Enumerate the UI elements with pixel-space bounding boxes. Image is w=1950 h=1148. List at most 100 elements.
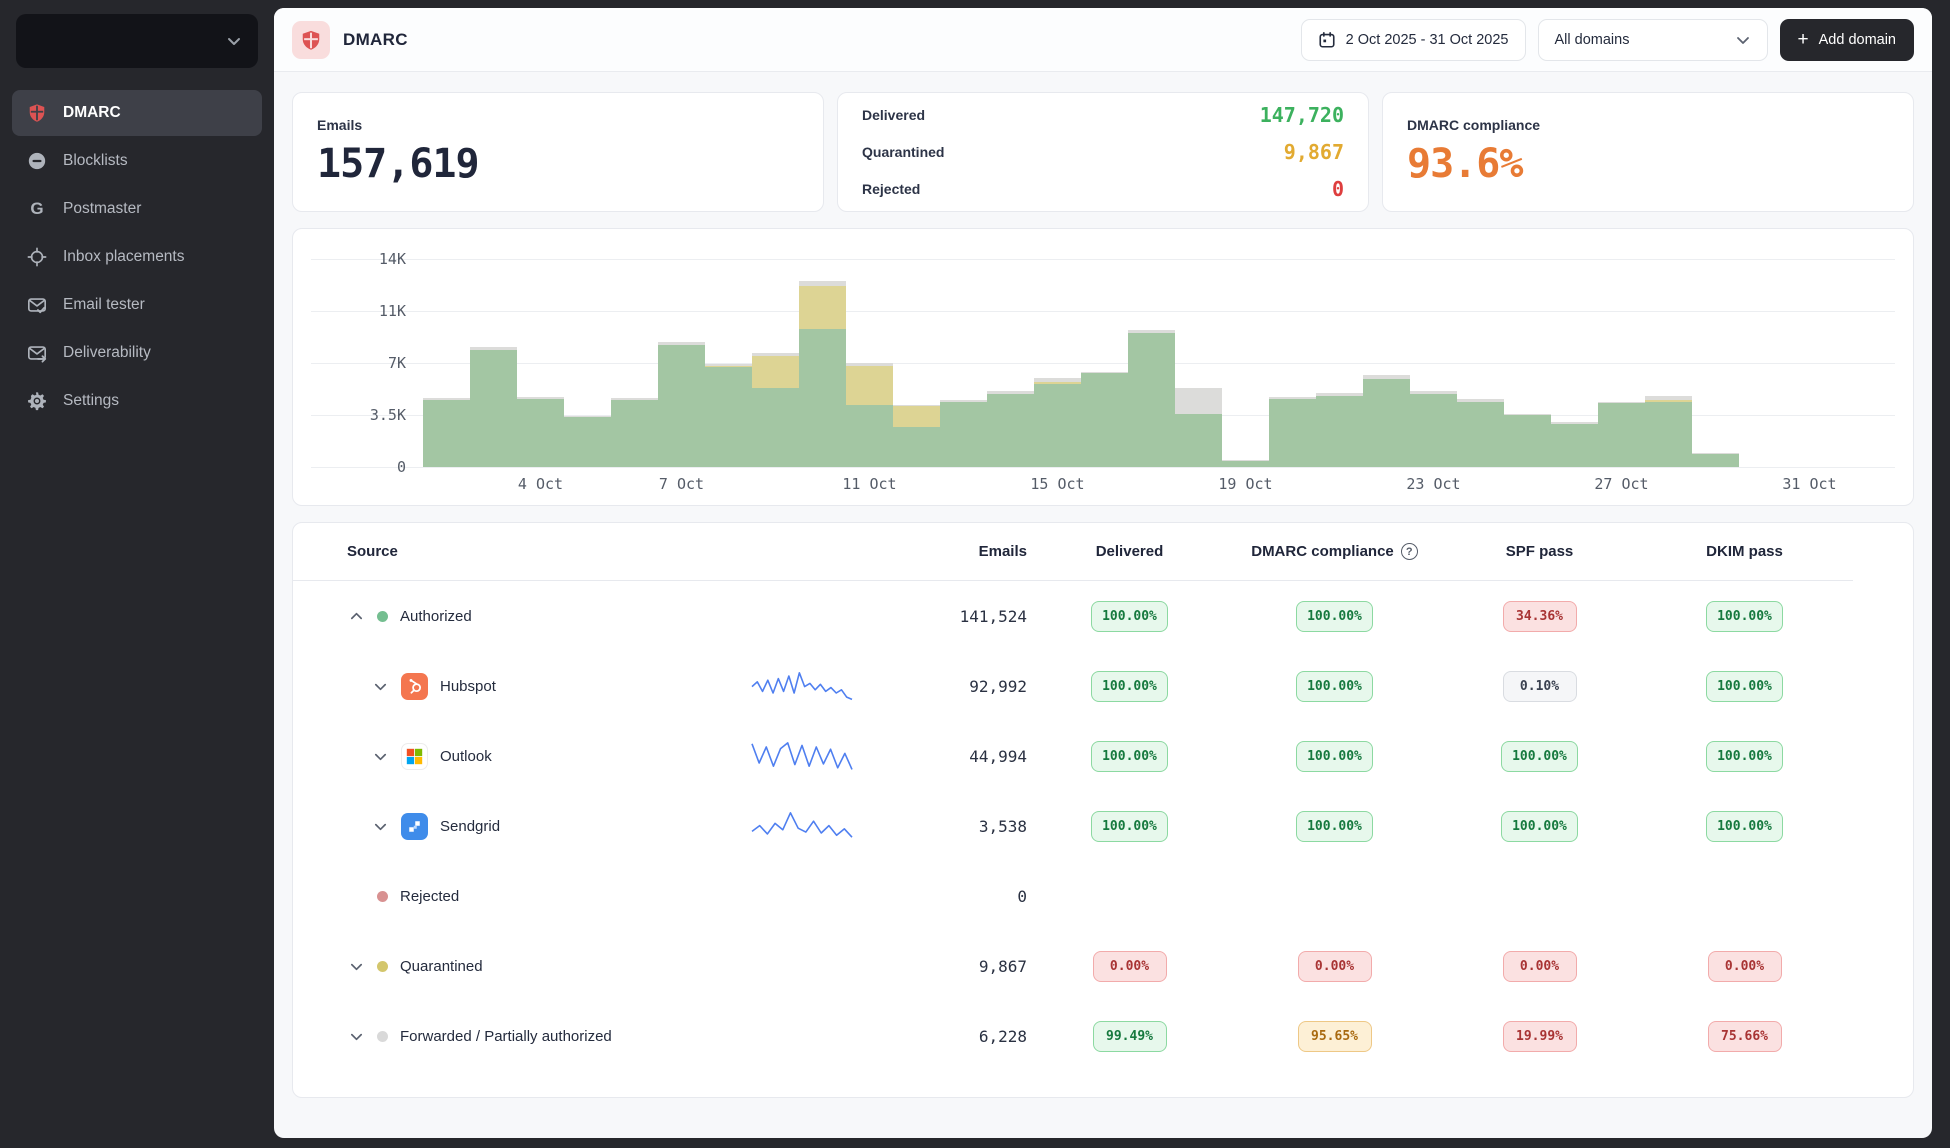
stat-row-rejected: Rejected 0 [862,177,1344,201]
bar-3-oct[interactable] [470,259,517,467]
bar-14-oct[interactable] [987,259,1034,467]
row-expander[interactable] [347,959,365,974]
workspace-selector[interactable] [16,14,258,68]
compliance-stat-label: DMARC compliance [1407,117,1889,133]
bar-25-oct[interactable] [1504,259,1551,467]
metric-cell: 0.10% [1437,671,1642,702]
bar-segment-delivered [705,367,752,467]
sidebar-item-blocklists[interactable]: Blocklists [12,138,262,184]
sources-table: SourceEmailsDeliveredDMARC compliance?SP… [292,522,1914,1098]
bar-11-oct[interactable] [846,259,893,467]
emails-stat-card: Emails 157,619 [292,92,824,212]
status-dot [377,891,388,902]
bar-segment-delivered [1222,461,1269,467]
bar-segment-delivered [658,345,705,467]
source-name: Outlook [440,748,492,765]
sidebar-item-email-tester[interactable]: Email tester [12,282,262,328]
bar-31-oct[interactable] [1786,259,1833,467]
sidebar-item-deliverability[interactable]: Deliverability [12,330,262,376]
bar-27-oct[interactable] [1598,259,1645,467]
sidebar-item-settings[interactable]: Settings [12,378,262,424]
row-expander[interactable] [371,819,389,834]
metric-cell: 95.65% [1232,1021,1437,1052]
bar-segment-delivered [1598,403,1645,467]
bar-19-oct[interactable] [1222,259,1269,467]
table-body: Authorized141,524100.00%100.00%34.36%100… [293,581,1913,1071]
column-label: Delivered [1096,543,1164,560]
bar-18-oct[interactable] [1175,259,1222,467]
chevron-down-icon [349,1029,364,1044]
bar-segment-quarantined [752,356,799,389]
row-expander[interactable] [371,679,389,694]
source-cell: Authorized [347,608,747,625]
metric-cell: 19.99% [1437,1021,1642,1052]
bar-segment-delivered [799,329,846,467]
help-icon[interactable]: ? [1401,543,1418,560]
bar-16-oct[interactable] [1081,259,1128,467]
percentage-badge: 0.10% [1503,671,1577,702]
bar-8-oct[interactable] [705,259,752,467]
source-cell: Rejected [347,888,747,905]
y-axis-tick: 3.5K [311,406,406,424]
bar-7-oct[interactable] [658,259,705,467]
emails-stat-value: 157,619 [317,141,799,187]
bar-5-oct[interactable] [564,259,611,467]
sidebar-item-dmarc[interactable]: DMARC [12,90,262,136]
bar-2-oct[interactable] [423,259,470,467]
metric-cell: 100.00% [1232,741,1437,772]
metric-cell: 0.00% [1027,951,1232,982]
bar-9-oct[interactable] [752,259,799,467]
metric-cell: 100.00% [1642,741,1847,772]
bar-12-oct[interactable] [893,259,940,467]
percentage-badge: 100.00% [1296,811,1373,842]
percentage-badge: 100.00% [1296,741,1373,772]
bar-29-oct[interactable] [1692,259,1739,467]
bar-4-oct[interactable] [517,259,564,467]
date-range-label: 2 Oct 2025 - 31 Oct 2025 [1346,32,1509,48]
emails-value: 44,994 [877,747,1027,766]
table-row-authorized: Authorized141,524100.00%100.00%34.36%100… [293,581,1853,651]
bar-segment-delivered [846,405,893,467]
gridline [311,467,1895,468]
column-label: SPF pass [1506,543,1574,560]
bar-segment-delivered [1316,396,1363,467]
content: Emails 157,619 Delivered 147,720Quaranti… [274,72,1932,1118]
domain-filter-select[interactable]: All domains [1538,19,1768,61]
bar-10-oct[interactable] [799,259,846,467]
add-domain-button[interactable]: + Add domain [1780,19,1915,61]
bars-zone [423,259,1833,467]
column-header-emails: Emails [877,543,1027,560]
percentage-badge: 100.00% [1091,671,1168,702]
bar-23-oct[interactable] [1410,259,1457,467]
sidebar-item-inbox-placements[interactable]: Inbox placements [12,234,262,280]
source-cell: Forwarded / Partially authorized [347,1028,747,1045]
bar-26-oct[interactable] [1551,259,1598,467]
date-range-picker[interactable]: 2 Oct 2025 - 31 Oct 2025 [1301,19,1526,61]
sidebar-item-postmaster[interactable]: G Postmaster [12,186,262,232]
bar-segment-delivered [1269,399,1316,467]
bar-24-oct[interactable] [1457,259,1504,467]
compliance-stat-card: DMARC compliance 93.6% [1382,92,1914,212]
sendgrid-icon [401,813,428,840]
row-expander[interactable] [347,1029,365,1044]
bar-22-oct[interactable] [1363,259,1410,467]
main-panel: DMARC 2 Oct 2025 - 31 Oct 2025 All domai… [274,8,1932,1138]
source-cell: Quarantined [347,958,747,975]
bar-20-oct[interactable] [1269,259,1316,467]
bar-15-oct[interactable] [1034,259,1081,467]
percentage-badge: 100.00% [1091,741,1168,772]
bar-segment-delivered [987,394,1034,467]
bar-13-oct[interactable] [940,259,987,467]
row-expander[interactable] [371,749,389,764]
bar-17-oct[interactable] [1128,259,1175,467]
row-expander[interactable] [347,609,365,624]
percentage-badge: 100.00% [1296,671,1373,702]
bar-6-oct[interactable] [611,259,658,467]
bar-28-oct[interactable] [1645,259,1692,467]
stats-row: Emails 157,619 Delivered 147,720Quaranti… [292,92,1914,212]
table-row-forwarded-partially-authorized: Forwarded / Partially authorized6,22899.… [293,1001,1853,1071]
bar-30-oct[interactable] [1739,259,1786,467]
bar-21-oct[interactable] [1316,259,1363,467]
bar-segment-quarantined [799,286,846,329]
bar-segment-delivered [752,388,799,467]
